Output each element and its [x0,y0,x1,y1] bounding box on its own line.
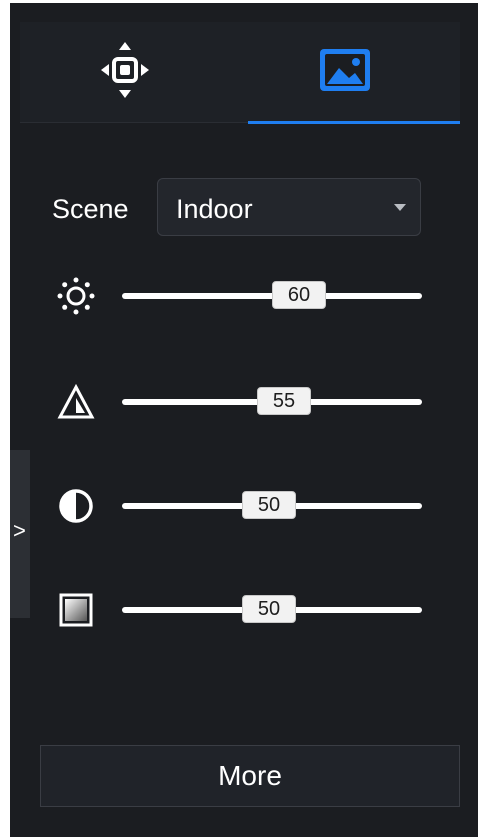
sharpness-slider[interactable]: 55 [122,387,422,415]
scene-label: Scene [52,194,129,224]
brightness-icon [56,276,96,316]
contrast-slider[interactable]: 50 [122,491,422,519]
more-button[interactable]: More [40,745,460,807]
tab-ptz[interactable] [20,22,230,122]
sharpness-slider-thumb[interactable]: 55 [257,387,311,415]
ptz-move-icon [99,40,151,105]
brightness-slider[interactable]: 60 [122,281,422,309]
contrast-icon [56,486,96,526]
chevron-down-icon [394,204,406,211]
scene-select[interactable]: Indoor [157,178,421,236]
saturation-slider-thumb[interactable]: 50 [242,595,296,623]
scene-selected-value: Indoor [176,194,253,224]
tab-active-indicator [248,121,460,124]
saturation-slider[interactable]: 50 [122,595,422,623]
saturation-icon [56,590,96,630]
chevron-right-icon: > [13,518,26,543]
image-settings-icon [319,48,371,97]
sharpness-icon [56,382,96,422]
tab-image[interactable] [240,22,450,122]
collapse-panel-handle[interactable]: > [10,450,30,618]
contrast-slider-thumb[interactable]: 50 [242,491,296,519]
brightness-slider-thumb[interactable]: 60 [272,281,326,309]
